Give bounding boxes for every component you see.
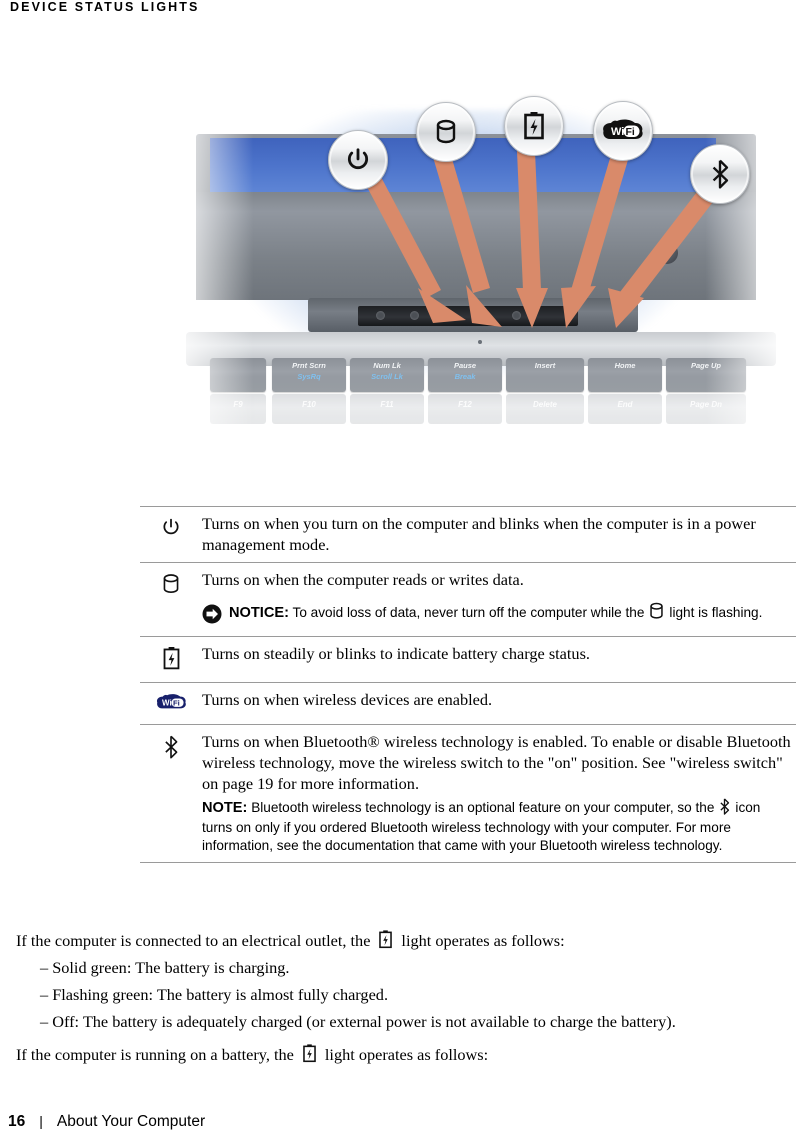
callout-hard-drive (416, 102, 476, 162)
hard-drive-description: Turns on when the computer reads or writ… (202, 570, 524, 590)
list-item: – Off: The battery is adequately charged… (40, 1012, 676, 1031)
battery-icon (163, 646, 180, 675)
bluetooth-icon (709, 159, 731, 189)
hard-drive-icon (162, 573, 180, 600)
table-cell-icon (140, 731, 202, 856)
wifi-icon: Wi Fi (156, 693, 187, 717)
outlet-intro-paragraph: If the computer is connected to an elect… (16, 930, 565, 951)
table-cell-text: Turns on when you turn on the computer a… (202, 514, 756, 555)
bluetooth-description: Turns on when Bluetooth® wireless techno… (202, 731, 791, 793)
svg-text:Fi: Fi (626, 126, 635, 138)
table-row: Turns on when you turn on the computer a… (140, 507, 796, 564)
table-cell-text: Turns on steadily or blinks to indicate … (202, 643, 590, 663)
wifi-icon: Wi Fi (602, 118, 644, 144)
page-footer: 16 | About Your Computer (8, 1113, 205, 1131)
callout-power (328, 130, 388, 190)
power-icon (161, 517, 181, 543)
power-icon (345, 147, 371, 173)
svg-text:Fi: Fi (172, 698, 179, 707)
callout-bluetooth (690, 144, 750, 204)
note-text-before: Bluetooth wireless technology is an opti… (251, 800, 715, 816)
callout-battery (504, 96, 564, 156)
device-status-lights-figure: F9 F10 F11 F12 Delete End Page Dn Prnt S… (150, 40, 796, 495)
table-cell-icon (140, 643, 202, 675)
table-cell-text: Turns on when wireless devices are enabl… (202, 689, 493, 709)
callout-wifi: Wi Fi (593, 101, 653, 161)
footer-separator: | (39, 1113, 43, 1129)
table-row: Turns on when Bluetooth® wireless techno… (140, 725, 796, 864)
outlet-intro-before: If the computer is connected to an elect… (16, 931, 371, 950)
status-lights-table: Turns on when you turn on the computer a… (140, 506, 796, 864)
notice-arrow-icon (202, 604, 222, 629)
notice-text: NOTICE: To avoid loss of data, never tur… (229, 602, 792, 623)
battery-intro-before: If the computer is running on a battery,… (16, 1045, 294, 1064)
hard-drive-icon (649, 602, 664, 620)
table-row: Wi Fi Turns on when wireless devices are… (140, 683, 796, 725)
notice-text-before: To avoid loss of data, never turn off th… (292, 604, 645, 620)
table-cell-text: Turns on when the computer reads or writ… (202, 569, 796, 628)
page-title: DEVICE STATUS LIGHTS (10, 0, 200, 14)
table-row: Turns on steadily or blinks to indicate … (140, 637, 796, 683)
svg-text:Wi: Wi (162, 698, 172, 707)
outlet-intro-after: light operates as follows: (401, 931, 565, 950)
table-cell-icon (140, 569, 202, 628)
table-row: Turns on when the computer reads or writ… (140, 563, 796, 637)
page-number: 16 (8, 1113, 26, 1130)
battery-icon (303, 1044, 316, 1063)
battery-intro-after: light operates as follows: (324, 1045, 489, 1064)
bluetooth-icon (163, 735, 179, 764)
callout-leader-lines (357, 128, 726, 328)
note-callout: NOTE: Bluetooth wireless technology is a… (202, 798, 792, 855)
footer-title: About Your Computer (56, 1113, 206, 1130)
table-cell-icon: Wi Fi (140, 689, 202, 717)
bluetooth-icon (719, 798, 730, 815)
notice-label: NOTICE: (229, 604, 289, 621)
notice-callout: NOTICE: To avoid loss of data, never tur… (202, 602, 792, 629)
note-label: NOTE: (202, 800, 248, 817)
notice-text-after: light is flashing. (669, 604, 763, 620)
battery-icon (523, 112, 545, 140)
list-item: – Flashing green: The battery is almost … (40, 985, 389, 1004)
battery-intro-paragraph: If the computer is running on a battery,… (16, 1044, 488, 1065)
hard-drive-icon (434, 119, 458, 145)
battery-icon (379, 930, 393, 949)
svg-text:Wi: Wi (611, 126, 624, 138)
table-cell-text: Turns on when Bluetooth® wireless techno… (202, 731, 796, 856)
list-item: – Solid green: The battery is charging. (40, 958, 290, 977)
table-cell-icon (140, 513, 202, 555)
